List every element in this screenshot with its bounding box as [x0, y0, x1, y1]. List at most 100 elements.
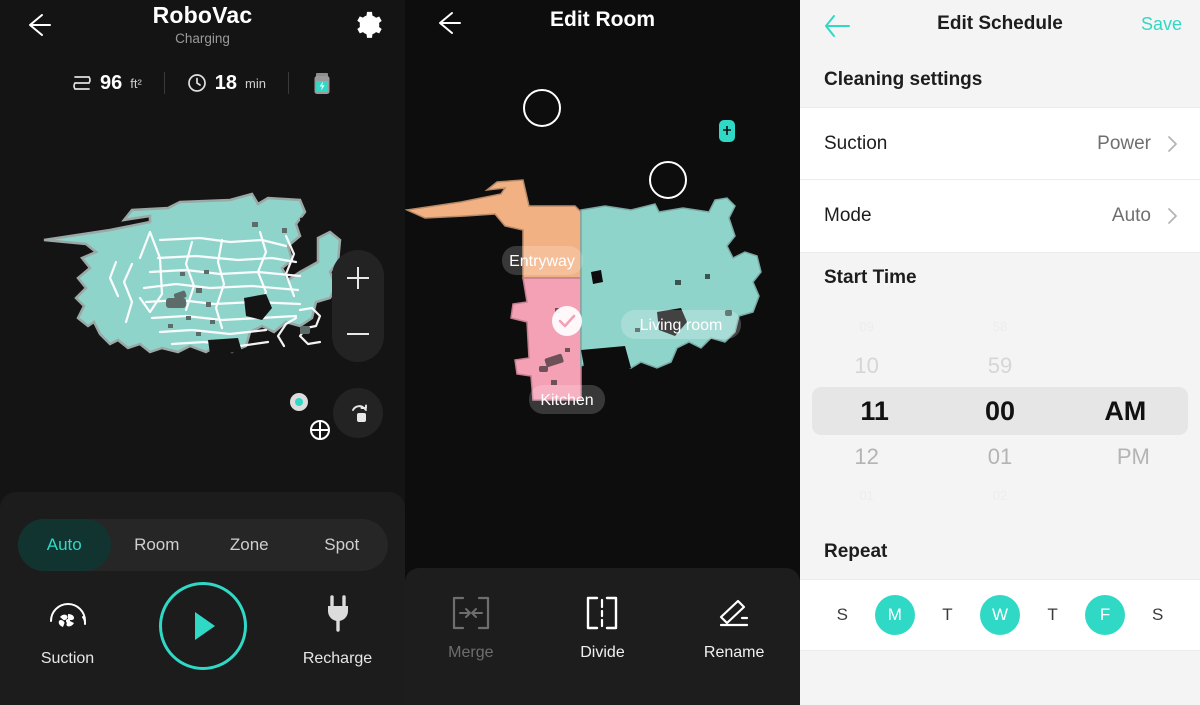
edit-room-panel: Edit Room Entryway Kitchen Living room M… [405, 0, 800, 705]
day-monday[interactable]: M [874, 595, 915, 635]
rotate-reset-icon[interactable] [333, 388, 383, 438]
rename-label: Rename [703, 644, 765, 661]
robot-marker [310, 420, 330, 440]
tab-room[interactable]: Room [111, 519, 204, 571]
stat-area-unit: ft² [130, 75, 142, 91]
kitchen-selected-badge[interactable] [552, 306, 582, 336]
stat-time-unit: min [245, 75, 266, 91]
recharge-button[interactable]: Recharge [278, 588, 398, 668]
cleaning-settings-heading: Cleaning settings [800, 55, 1200, 107]
repeat-heading: Repeat [800, 527, 1200, 579]
day-wednesday[interactable]: W [979, 595, 1020, 635]
start-time-heading: Start Time [800, 253, 1200, 305]
suction-button[interactable]: Suction [8, 588, 128, 668]
page-title: RoboVac [152, 2, 253, 28]
start-button[interactable] [143, 582, 263, 670]
zoom-in-button[interactable] [347, 267, 369, 289]
device-panel: RoboVac Charging 96 ft² 18 min Auto Room… [0, 0, 405, 705]
divide-label: Divide [580, 644, 625, 661]
device-control-sheet: Auto Room Zone Spot Suction Recharge [0, 492, 405, 705]
play-icon[interactable] [158, 582, 247, 670]
day-sunday[interactable]: S [822, 595, 862, 635]
living-handle[interactable] [649, 161, 687, 199]
living-room-label: Living room [640, 317, 723, 334]
day-thursday[interactable]: T [1033, 595, 1073, 635]
tab-auto[interactable]: Auto [18, 519, 111, 571]
room-kitchen[interactable] [510, 277, 582, 401]
room-map-canvas[interactable]: Entryway Kitchen Living room [405, 60, 800, 568]
fan-suction-icon [8, 588, 128, 640]
suction-label: Suction [40, 650, 95, 667]
kitchen-label: Kitchen [540, 392, 593, 409]
hour-below[interactable]: 12 [800, 444, 933, 470]
merge-label: Merge [448, 644, 494, 661]
suction-key: Suction [824, 132, 888, 154]
stat-time-value: 18 [214, 71, 238, 94]
gear-icon[interactable] [353, 10, 383, 40]
pencil-rename-icon [679, 590, 789, 636]
page-title: Edit Room [550, 8, 655, 31]
tab-spot[interactable]: Spot [296, 519, 389, 571]
room-actions: Merge Divide Rename [405, 590, 800, 662]
stat-area-value: 96 [99, 71, 123, 94]
chevron-right-icon [1168, 208, 1177, 224]
device-stats: 96 ft² 18 min [0, 70, 405, 96]
day-saturday[interactable]: S [1138, 595, 1178, 635]
room-dock-marker [719, 120, 735, 142]
faint-minute-2: 02 [992, 488, 1008, 503]
room-label-living: Living room [621, 310, 741, 339]
repeat-day-selector[interactable]: S M T W T F S [800, 579, 1200, 651]
faint-hour: 09 [859, 319, 874, 334]
zoom-out-button[interactable] [347, 323, 369, 345]
divider [163, 72, 165, 94]
hour-above[interactable]: 10 [800, 353, 933, 379]
dock-marker [290, 393, 308, 411]
time-row-above[interactable]: 10 59 [800, 346, 1200, 385]
map-zoom-controls[interactable] [332, 250, 384, 362]
schedule-header: Edit Schedule Save [800, 0, 1200, 55]
day-friday[interactable]: F [1085, 595, 1126, 635]
device-actions: Suction Recharge [0, 582, 405, 670]
stat-time: 18 min [187, 72, 266, 95]
row-suction[interactable]: Suction Power [800, 107, 1200, 180]
minute-below[interactable]: 01 [933, 444, 1066, 470]
recharge-label: Recharge [302, 650, 373, 667]
room-label-kitchen: Kitchen [529, 385, 605, 414]
minute-selected[interactable]: 00 [937, 396, 1062, 427]
hour-selected[interactable]: 11 [812, 396, 937, 427]
merge-icon [416, 590, 526, 636]
suction-value: Power [1097, 132, 1151, 154]
period-below[interactable]: PM [1067, 444, 1200, 470]
faint-minute: 58 [992, 319, 1008, 334]
room-living[interactable] [580, 197, 762, 369]
chevron-right-icon [1168, 135, 1177, 152]
tab-zone[interactable]: Zone [203, 519, 296, 571]
device-status: Charging [175, 31, 230, 46]
mode-key: Mode [824, 205, 872, 226]
mode-value: Auto [1111, 205, 1151, 226]
period-selected[interactable]: AM [1063, 396, 1188, 427]
device-map[interactable]: Edit Map [0, 112, 405, 576]
area-zigzag-icon [73, 76, 91, 90]
save-button[interactable]: Save [1141, 14, 1182, 35]
time-row-selected[interactable]: 11 00 AM [812, 387, 1188, 435]
stat-area: 96 ft² [72, 72, 142, 95]
room-action-sheet: Merge Divide Rename [405, 568, 800, 705]
rename-button[interactable]: Rename [679, 590, 789, 662]
clean-mode-tabs[interactable]: Auto Room Zone Spot [18, 519, 388, 571]
room-label-entryway: Entryway [502, 246, 583, 275]
day-tuesday[interactable]: T [927, 595, 967, 635]
divide-button[interactable]: Divide [547, 590, 657, 662]
divide-icon [547, 590, 657, 636]
map-floor [43, 192, 342, 354]
row-mode[interactable]: Mode Auto [800, 180, 1200, 253]
merge-button[interactable]: Merge [416, 590, 526, 662]
entryway-handle[interactable] [523, 89, 561, 127]
cleaning-settings-list: Suction Power Mode Auto [800, 107, 1200, 253]
time-row-below[interactable]: 12 01 PM [800, 437, 1200, 476]
divider [288, 72, 289, 94]
minute-above[interactable]: 59 [933, 353, 1066, 379]
edit-schedule-panel: Edit Schedule Save Cleaning settings Suc… [800, 0, 1200, 705]
time-picker[interactable]: 09 58 10 59 11 00 AM 12 01 PM 01 02 [800, 305, 1200, 527]
room-map[interactable]: Entryway Kitchen Living room [405, 60, 800, 568]
